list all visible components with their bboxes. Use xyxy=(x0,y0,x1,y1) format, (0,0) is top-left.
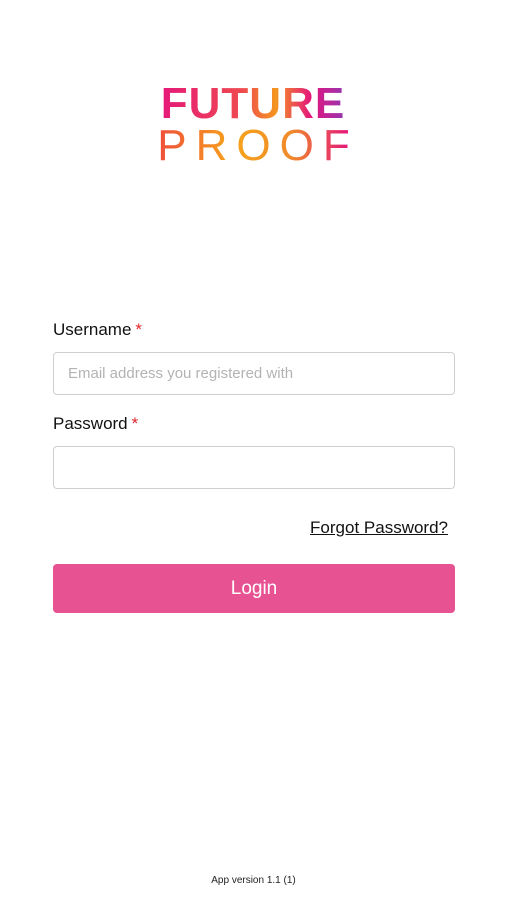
forgot-password-link[interactable]: Forgot Password? xyxy=(310,518,448,537)
password-input[interactable] xyxy=(53,446,455,489)
username-label-text: Username xyxy=(53,320,132,339)
forgot-password-row: Forgot Password? xyxy=(53,518,455,540)
username-label: Username * xyxy=(53,320,455,342)
logo-graphic: FUTURE PROOF xyxy=(157,80,358,170)
required-asterisk: * xyxy=(135,320,143,339)
login-form: Username* Password* Forgot Password? Log… xyxy=(53,320,455,613)
app-logo: FUTURE PROOF xyxy=(0,80,507,170)
required-asterisk: * xyxy=(131,414,139,433)
password-label-text: Password xyxy=(53,414,128,433)
logo-word-proof: PROOF xyxy=(157,121,358,170)
username-input[interactable] xyxy=(53,352,455,395)
login-button[interactable]: Login xyxy=(53,564,455,613)
password-label: Password * xyxy=(53,414,455,436)
app-version-text: App version 1.1 (1) xyxy=(211,875,296,886)
